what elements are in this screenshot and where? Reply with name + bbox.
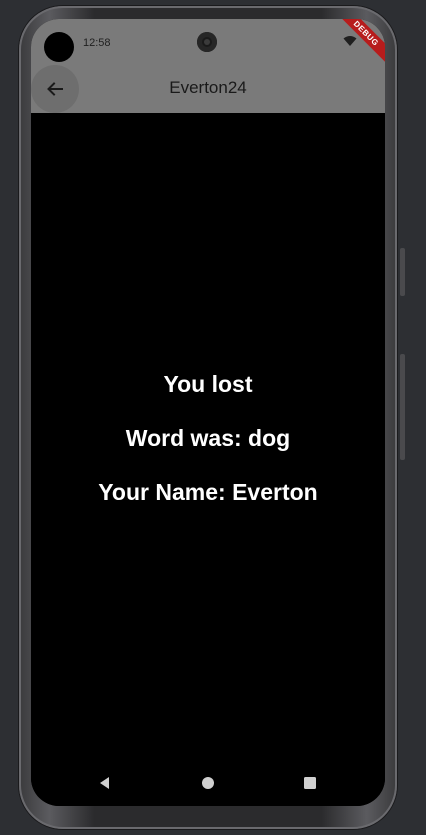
nav-home-button[interactable] — [196, 771, 220, 795]
status-time: 12:58 — [83, 37, 111, 49]
game-result-panel: You lost Word was: dog Your Name: Everto… — [31, 113, 385, 759]
notification-dot — [44, 32, 74, 62]
triangle-back-icon — [100, 777, 109, 789]
status-bar: 12:58 DEBUG — [31, 19, 385, 67]
square-recents-icon — [304, 777, 316, 789]
circle-home-icon — [202, 777, 214, 789]
system-nav-bar — [31, 759, 385, 806]
wifi-icon — [343, 36, 357, 46]
player-name: Your Name: Everton — [98, 479, 318, 505]
app-bar: Everton24 — [31, 65, 385, 113]
volume-button — [400, 354, 405, 460]
phone-screen: 12:58 DEBUG Everton24 You lost Word was:… — [31, 19, 385, 806]
device-stage: 12:58 DEBUG Everton24 You lost Word was:… — [0, 0, 426, 835]
power-button — [400, 248, 405, 296]
nav-back-button[interactable] — [93, 771, 117, 795]
page-title: Everton24 — [169, 78, 247, 97]
camera-icon — [197, 32, 217, 52]
word-reveal: Word was: dog — [125, 425, 291, 451]
result-message: You lost — [163, 371, 253, 397]
nav-recents-button[interactable] — [298, 771, 322, 795]
